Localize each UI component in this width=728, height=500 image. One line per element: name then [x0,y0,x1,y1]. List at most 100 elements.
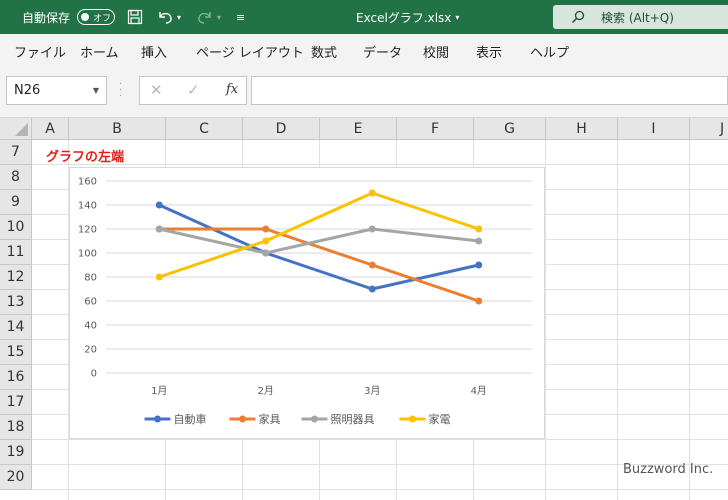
search-icon [571,10,585,24]
formula-input[interactable] [251,76,728,105]
column-header-f[interactable]: F [397,118,474,140]
file-name[interactable]: Excelグラフ.xlsx ▾ [356,0,459,34]
redo-icon[interactable] [196,0,214,34]
name-box[interactable]: N26 ▼ [6,76,107,105]
insert-function-icon[interactable]: fx [226,82,238,97]
legend-marker-3 [311,415,318,423]
row-header-16[interactable]: 16 [0,365,32,390]
line-chart-svg: 0 20 40 60 80 100 120 140 160 1月 2月 3月 4月自動車 家具 照明器具 家電 [78,177,532,426]
customize-toolbar-icon[interactable]: ≡ [236,0,245,34]
y-tick-label-140: 140 [78,201,97,212]
legend-marker-2 [239,415,246,423]
x-tick-label-3: 3月 [364,385,380,397]
row-header-11[interactable]: 11 [0,240,32,265]
row-header-8[interactable]: 8 [0,165,32,190]
y-tick-label-40: 40 [84,321,97,332]
name-box-value: N26 [14,83,41,98]
row-header-18[interactable]: 18 [0,415,32,440]
column-header-h[interactable]: H [546,118,618,140]
data-point-s3-4 [475,237,483,245]
file-name-text: Excelグラフ.xlsx [356,10,452,25]
data-point-s2-2 [262,225,270,233]
title-bar: 自動保存 オフ ▾ ▾ ≡ Excelグラフ.xlsx ▾ 検索 (Alt+Q) [0,0,728,34]
column-header-c[interactable]: C [166,118,243,140]
column-header-e[interactable]: E [320,118,397,140]
tab-help[interactable]: ヘルプ [530,42,569,61]
worksheet-grid[interactable]: A B C D E F G H I J 7 8 9 10 11 12 13 14… [0,118,728,500]
legend-label-2: 家具 [259,412,281,426]
legend-label-1: 自動車 [174,412,207,426]
tab-page-layout[interactable]: ページ レイアウト [196,42,304,61]
data-point-s3-1 [155,225,163,233]
cell-b7-text[interactable]: グラフの左端 [46,146,124,165]
row-header-13[interactable]: 13 [0,290,32,315]
autosave-state: オフ [93,14,112,24]
row-header-20[interactable]: 20 [0,465,32,490]
y-tick-label-60: 60 [84,297,97,308]
enter-icon[interactable]: ✓ [187,81,200,99]
y-tick-label-100: 100 [78,249,97,260]
data-point-s4-3 [368,189,376,197]
tab-home[interactable]: ホーム [80,42,119,61]
column-header-g[interactable]: G [474,118,546,140]
select-all-button[interactable] [0,118,32,140]
data-point-s4-2 [262,237,270,245]
data-point-s4-4 [475,225,483,233]
data-point-s1-3 [368,285,376,293]
tab-data[interactable]: データ [363,42,402,61]
row-header-14[interactable]: 14 [0,315,32,340]
column-header-b[interactable]: B [69,118,166,140]
row-header-15[interactable]: 15 [0,340,32,365]
x-tick-label-4: 4月 [471,385,487,397]
column-header-d[interactable]: D [243,118,320,140]
legend-label-3: 照明器具 [331,413,375,426]
tab-file[interactable]: ファイル [14,42,66,61]
undo-icon[interactable] [156,0,174,34]
series-line-3 [158,227,479,255]
undo-dropdown-icon[interactable]: ▾ [177,0,181,34]
legend-marker-1 [154,415,161,423]
watermark-text: Buzzword Inc. [623,462,714,477]
data-point-s3-3 [368,225,376,233]
file-menu-chevron-icon: ▾ [455,12,460,22]
row-header-17[interactable]: 17 [0,390,32,415]
y-tick-label-120: 120 [78,225,97,236]
formula-buttons: ✕ ✓ fx [139,76,247,105]
row-header-9[interactable]: 9 [0,190,32,215]
search-box[interactable]: 検索 (Alt+Q) [553,5,728,29]
ribbon-tabs: ファイル ホーム 挿入 ページ レイアウト 数式 データ 校閲 表示 ヘルプ [0,34,728,66]
toggle-knob [81,13,89,21]
tab-insert[interactable]: 挿入 [141,42,167,61]
row-header-10[interactable]: 10 [0,215,32,240]
y-tick-label-0: 0 [91,369,97,380]
y-tick-label-160: 160 [78,177,97,188]
y-tick-label-20: 20 [84,345,97,356]
tab-view[interactable]: 表示 [476,42,502,61]
name-box-dropdown-icon[interactable]: ▼ [93,86,99,95]
data-point-s2-3 [368,261,376,269]
row-header-19[interactable]: 19 [0,440,32,465]
column-header-a[interactable]: A [32,118,69,140]
tab-review[interactable]: 校閲 [423,42,449,61]
autosave-toggle[interactable]: オフ [77,9,115,25]
save-icon[interactable] [127,0,143,34]
cancel-icon[interactable]: ✕ [150,81,163,99]
search-placeholder: 検索 (Alt+Q) [601,10,674,25]
x-tick-label-1: 1月 [151,385,167,397]
data-point-s1-4 [475,261,483,269]
formula-bar-splitter-icon[interactable]: · · · [119,80,122,102]
legend-label-4: 家電 [429,412,451,426]
data-point-s4-1 [155,273,163,281]
y-tick-label-80: 80 [84,273,97,284]
data-point-s1-1 [155,201,163,209]
formula-bar: N26 ▼ · · · ✕ ✓ fx [0,66,728,118]
redo-dropdown-icon[interactable]: ▾ [217,0,221,34]
data-point-s3-2 [262,249,270,257]
autosave-label: 自動保存 [22,10,71,25]
row-header-7[interactable]: 7 [0,140,32,165]
tab-formulas[interactable]: 数式 [311,42,337,61]
column-header-j[interactable]: J [690,118,728,140]
line-chart[interactable]: 0 20 40 60 80 100 120 140 160 1月 2月 3月 4月 自動車 家具 照明器具 家電 [69,167,545,439]
column-header-i[interactable]: I [618,118,690,140]
row-header-12[interactable]: 12 [0,265,32,290]
